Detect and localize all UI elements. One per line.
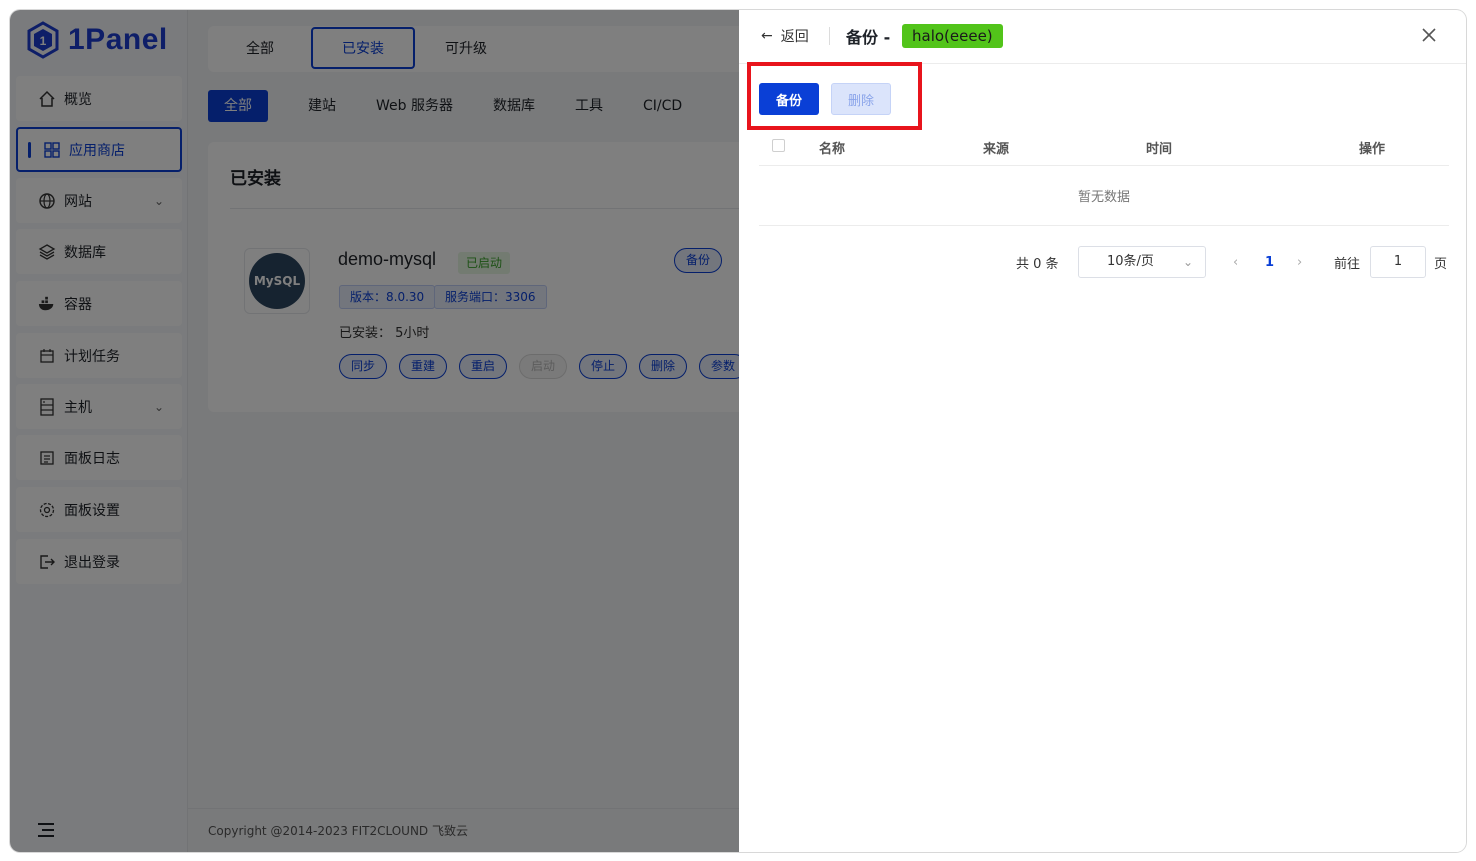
prev-page-icon[interactable]: ‹ — [1233, 246, 1238, 278]
page-size-value: 10条/页 — [1107, 254, 1154, 269]
goto-label: 前往 — [1334, 256, 1361, 272]
back-label: 返回 — [780, 29, 809, 45]
column-actions: 操作 — [1359, 142, 1386, 157]
goto-page-input[interactable]: 1 — [1370, 246, 1426, 278]
app-window: 1 1Panel 概览 应用商店 网站 ⌄ 数据库 容器 计划任务 — [10, 10, 1466, 852]
select-all-checkbox[interactable] — [772, 139, 785, 152]
modal-overlay[interactable] — [10, 10, 739, 852]
column-name: 名称 — [819, 142, 846, 157]
chevron-down-icon: ⌄ — [1182, 255, 1193, 269]
close-icon[interactable] — [1418, 24, 1440, 46]
backup-drawer: ← 返回 备份 - halo(eeee) 备份 删除 名称 来源 时间 操作 暂… — [739, 10, 1466, 852]
drawer-header: ← 返回 备份 - halo(eeee) — [739, 10, 1466, 64]
column-source: 来源 — [983, 142, 1010, 157]
arrow-left-icon: ← — [761, 28, 773, 44]
page-suffix: 页 — [1434, 256, 1448, 272]
total-count: 共 0 条 — [1016, 256, 1059, 272]
current-page[interactable]: 1 — [1265, 246, 1274, 278]
empty-state: 暂无数据 — [759, 166, 1449, 226]
app-name-tag: halo(eeee) — [902, 24, 1003, 48]
table-header: 名称 来源 时间 操作 — [759, 126, 1449, 166]
column-time: 时间 — [1146, 142, 1173, 157]
back-button[interactable]: ← 返回 — [761, 26, 809, 46]
highlight-box — [747, 62, 922, 130]
page-size-select[interactable]: 10条/页 ⌄ — [1078, 246, 1206, 278]
drawer-title: 备份 - — [846, 28, 891, 47]
header-divider — [829, 27, 830, 45]
next-page-icon[interactable]: › — [1297, 246, 1302, 278]
